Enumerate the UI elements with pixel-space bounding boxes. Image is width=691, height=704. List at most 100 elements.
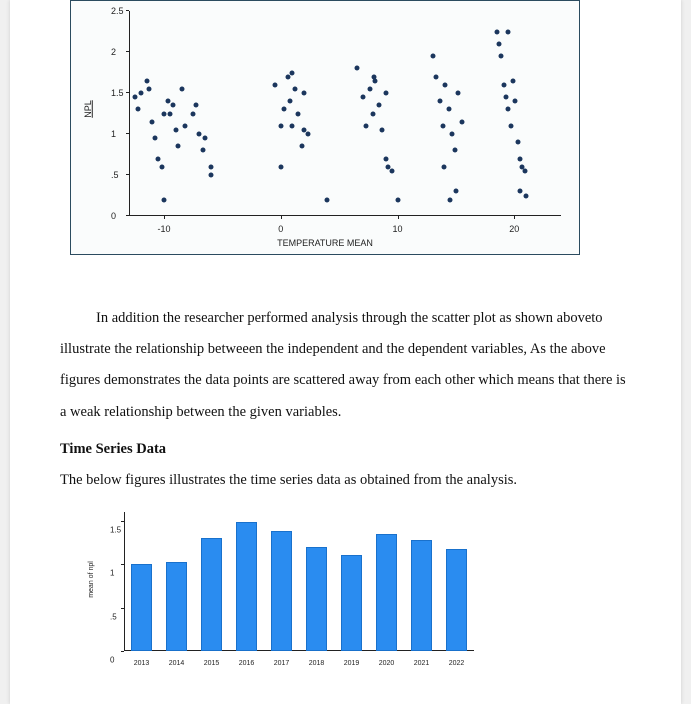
body-text: In addition the researcher performed ana… [60,303,631,496]
bar-column [166,562,188,651]
bar-y-tick-label: 0 [110,656,114,665]
scatter-point [360,95,365,100]
scatter-point [290,123,295,128]
scatter-point [208,173,213,178]
scatter-point [171,103,176,108]
scatter-point [159,164,164,169]
scatter-point [296,111,301,116]
scatter-point [197,132,202,137]
scatter-point [518,156,523,161]
scatter-point [504,95,509,100]
bar-y-tick [121,564,124,565]
bar-y-axis [124,512,125,651]
bar-column [201,538,223,651]
scatter-point [453,189,458,194]
scatter-point [162,111,167,116]
bar-column [411,540,433,651]
bar-column [376,534,398,651]
bar-column [236,522,258,651]
bar-x-tick-label: 2014 [169,660,185,667]
scatter-y-tick [126,51,129,52]
scatter-point [193,103,198,108]
scatter-point [364,123,369,128]
scatter-chart: NPL -10010200.511.522.5 TEMPERATURE MEAN [70,0,580,255]
bar-x-tick-label: 2019 [344,660,360,667]
scatter-x-axis-title: TEMPERATURE MEAN [71,238,579,248]
bar-x-tick-label: 2021 [414,660,430,667]
scatter-point [282,107,287,112]
scatter-x-tick [164,216,165,219]
scatter-x-tick-label: 0 [278,224,283,234]
bar-column [306,547,328,651]
scatter-y-tick-label: 2.5 [111,6,124,16]
scatter-point [305,132,310,137]
scatter-point [441,123,446,128]
bar-y-tick-label: 1 [110,569,114,578]
scatter-point [354,66,359,71]
document-page: NPL -10010200.511.522.5 TEMPERATURE MEAN… [10,0,681,704]
scatter-point [191,111,196,116]
scatter-point [508,123,513,128]
scatter-point [325,197,330,202]
scatter-x-tick-label: 20 [509,224,519,234]
scatter-point [176,144,181,149]
scatter-point [515,140,520,145]
scatter-point [302,91,307,96]
scatter-point [511,78,516,83]
scatter-y-tick [126,215,129,216]
scatter-point [278,123,283,128]
scatter-point [136,107,141,112]
scatter-point [434,74,439,79]
bar-y-tick-label: .5 [110,612,117,621]
scatter-y-axis-title: NPL [81,1,95,216]
scatter-point [371,111,376,116]
bar-column [271,531,293,651]
scatter-x-tick-label: -10 [158,224,171,234]
scatter-y-axis [129,11,130,216]
scatter-point [208,164,213,169]
bar-x-tick-label: 2013 [134,660,150,667]
scatter-point [522,168,527,173]
scatter-point [380,127,385,132]
scatter-point [288,99,293,104]
scatter-point [290,70,295,75]
scatter-point [376,103,381,108]
scatter-x-tick-label: 10 [393,224,403,234]
scatter-point [372,74,377,79]
bar-y-tick [121,521,124,522]
scatter-point [167,111,172,116]
scatter-point [506,107,511,112]
scatter-point [518,189,523,194]
bar-chart: mean of npl 2013201420152016201720182019… [78,508,478,673]
scatter-point [395,197,400,202]
bar-y-tick [121,651,124,652]
bar-y-tick-label: 1.5 [110,525,121,534]
scatter-point [202,136,207,141]
scatter-point [156,156,161,161]
scatter-point [200,148,205,153]
scatter-y-tick-label: 0 [111,211,116,221]
scatter-point [383,156,388,161]
scatter-y-tick [126,133,129,134]
scatter-point [437,99,442,104]
bar-column [131,564,153,651]
scatter-plot-area: -10010200.511.522.5 [129,11,561,216]
scatter-point [513,99,518,104]
scatter-point [285,74,290,79]
scatter-point [152,136,157,141]
scatter-point [179,86,184,91]
paragraph-1: In addition the researcher performed ana… [60,303,631,428]
scatter-point [165,99,170,104]
bar-x-tick-label: 2016 [239,660,255,667]
bar-x-tick-label: 2020 [379,660,395,667]
scatter-point [452,148,457,153]
scatter-point [442,164,447,169]
scatter-y-tick-label: 2 [111,47,116,57]
scatter-point [150,119,155,124]
scatter-point [446,107,451,112]
scatter-point [506,29,511,34]
scatter-y-tick [126,174,129,175]
scatter-point [292,86,297,91]
scatter-point [132,95,137,100]
scatter-point [448,197,453,202]
